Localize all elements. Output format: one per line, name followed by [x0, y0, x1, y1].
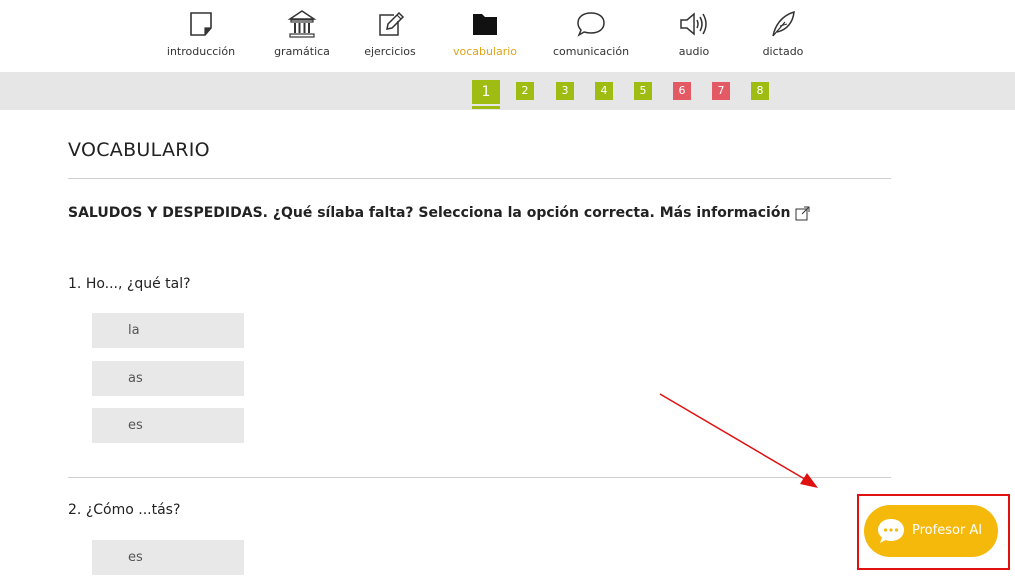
speaker-icon — [680, 12, 707, 36]
nav-label: introducción — [166, 45, 236, 58]
building-icon — [287, 10, 317, 38]
speech-bubble-icon — [577, 12, 605, 37]
top-navigation: introducción gramática ejercicios vocabu… — [0, 0, 1015, 72]
nav-label: ejercicios — [364, 45, 416, 58]
answer-option[interactable]: la — [92, 313, 244, 348]
answer-option[interactable]: as — [92, 361, 244, 396]
question-2: 2. ¿Cómo ...tás? — [68, 502, 180, 518]
nav-introduccion[interactable]: introducción — [156, 8, 246, 58]
nav-vocabulario[interactable]: vocabulario — [440, 8, 530, 58]
question-text: Ho..., ¿qué tal? — [85, 276, 191, 292]
note-icon — [190, 12, 212, 36]
nav-comunicacion[interactable]: comunicación — [546, 8, 636, 58]
nav-label: vocabulario — [452, 45, 518, 58]
instruction-text: SALUDOS Y DESPEDIDAS. ¿Qué sílaba falta?… — [68, 205, 791, 221]
page-5-button[interactable]: 5 — [634, 82, 652, 100]
question-divider — [68, 477, 891, 478]
page-7-button[interactable]: 7 — [712, 82, 730, 100]
exercise-instruction: SALUDOS Y DESPEDIDAS. ¿Qué sílaba falta?… — [68, 205, 810, 221]
chat-bubble-icon — [878, 519, 904, 543]
nav-audio[interactable]: audio — [649, 8, 739, 58]
page-2-button[interactable]: 2 — [516, 82, 534, 100]
profesor-ai-button[interactable]: Profesor AI — [864, 505, 998, 557]
page-3-button[interactable]: 3 — [556, 82, 574, 100]
folder-icon — [473, 14, 497, 35]
nav-label: gramática — [274, 45, 330, 58]
nav-label: audio — [678, 45, 710, 58]
profesor-ai-label: Profesor AI — [912, 523, 983, 538]
nav-label: dictado — [762, 45, 804, 58]
answer-option[interactable]: es — [92, 408, 244, 443]
nav-dictado[interactable]: dictado — [738, 8, 828, 58]
title-divider — [68, 178, 891, 179]
nav-ejercicios[interactable]: ejercicios — [345, 8, 435, 58]
external-link-icon[interactable] — [795, 206, 810, 221]
page-selector-bar: 1 2 3 4 5 6 7 8 — [0, 72, 1015, 110]
question-text: ¿Cómo ...tás? — [85, 502, 181, 518]
page-8-button[interactable]: 8 — [751, 82, 769, 100]
page-4-button[interactable]: 4 — [595, 82, 613, 100]
pen-icon — [379, 11, 405, 36]
nav-label: comunicación — [552, 45, 630, 58]
question-number: 1. — [68, 276, 82, 292]
page-title: VOCABULARIO — [68, 139, 210, 161]
answer-option[interactable]: es — [92, 540, 244, 575]
page-1-button[interactable]: 1 — [472, 80, 500, 104]
question-1: 1. Ho..., ¿qué tal? — [68, 276, 191, 292]
page-6-button[interactable]: 6 — [673, 82, 691, 100]
question-number: 2. — [68, 502, 82, 518]
nav-gramatica[interactable]: gramática — [257, 8, 347, 58]
current-page-indicator — [472, 106, 500, 109]
feather-icon — [772, 10, 795, 37]
